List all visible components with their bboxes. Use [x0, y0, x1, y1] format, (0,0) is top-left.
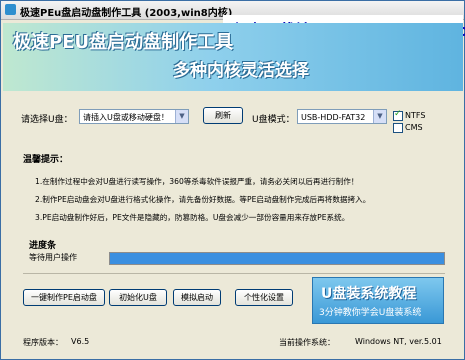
ntfs-label: NTFS [405, 111, 426, 120]
chevron-down-icon[interactable]: ▼ [175, 110, 188, 123]
banner-subtitle: 多种内核灵活选择 [173, 61, 309, 81]
simulate-boot-button[interactable]: 模拟启动 [173, 289, 221, 306]
cms-checkbox[interactable] [393, 123, 403, 133]
tip-item: 1.在制作过程中会对U盘进行读写操作，360等杀毒软件误报严重，请务必关闭以后再… [35, 177, 359, 186]
personalize-button[interactable]: 个性化设置 [235, 289, 293, 306]
tip-item: 2.制作PE启动盘会对U盘进行格式化操作，请先备份好数据。等PE启动盘制作完成后… [35, 195, 371, 204]
usb-select-label: 请选择U盘： [21, 115, 73, 125]
divider [23, 273, 445, 274]
tutorial-ad-banner[interactable]: U盘装系统教程 3分钟教你学会U盘装系统 [312, 277, 444, 324]
usb-select[interactable]: 请插入U盘或移动硬盘！ ▼ [79, 109, 189, 124]
refresh-button[interactable]: 刷新 [203, 107, 243, 124]
make-pe-usb-button[interactable]: 一键制作PE启动盘 [23, 289, 105, 306]
ad-subtitle: 3分钟教你学会U盘装系统 [319, 308, 422, 318]
ad-title: U盘装系统教程 [321, 286, 417, 302]
ntfs-checkbox[interactable] [393, 109, 403, 121]
tip-item: 3.PE启动盘制作好后，PE文件是隐藏的，防篡防格。U盘会减少一部份容量用来存放… [35, 213, 350, 222]
version-value: V6.5 [71, 337, 90, 346]
init-usb-button[interactable]: 初始化U盘 [109, 289, 167, 306]
banner: 极速PEU盘启动盘制作工具 多种内核灵活选择 [3, 23, 463, 91]
tips-title: 温馨提示： [23, 155, 69, 165]
usb-mode-select[interactable]: USB-HDD-FAT32 ▼ [297, 109, 387, 124]
os-value: Windows NT, ver.5.01 [355, 337, 442, 346]
app-icon [5, 4, 16, 15]
window-title: 极速PEu盘启动盘制作工具 (2003,win8内核) [20, 8, 233, 19]
progress-status: 等待用户操作 [29, 253, 77, 262]
progress-bar [109, 252, 445, 265]
app-window: 极速PEu盘启动盘制作工具 (2003,win8内核) 七喜下载站-Www.7x… [0, 0, 465, 360]
usb-mode-value: USB-HDD-FAT32 [301, 113, 366, 122]
chevron-down-icon[interactable]: ▼ [373, 110, 386, 123]
version-label: 程序版本： [23, 338, 63, 347]
usb-mode-label: U盘模式： [252, 115, 295, 125]
os-label: 当前操作系统： [279, 338, 335, 347]
progress-title: 进度条 [29, 241, 57, 251]
banner-title: 极速PEU盘启动盘制作工具 [13, 32, 234, 53]
usb-select-value: 请插入U盘或移动硬盘！ [83, 113, 169, 122]
progress-fill [110, 253, 444, 264]
cms-label: CMS [405, 123, 423, 132]
